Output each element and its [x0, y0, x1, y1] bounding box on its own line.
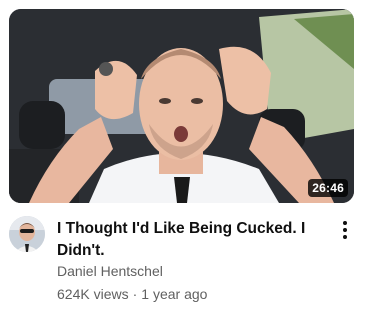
- upload-age: 1 year ago: [141, 286, 208, 302]
- more-actions-button[interactable]: [333, 218, 357, 242]
- video-card: 26:46 I Thought I'd Like Being Cucked. I…: [0, 0, 369, 318]
- duration-badge: 26:46: [308, 179, 348, 197]
- video-details: I Thought I'd Like Being Cucked. I Didn'…: [0, 214, 369, 314]
- stats-separator: ·: [132, 286, 138, 302]
- more-vert-icon: [343, 221, 347, 239]
- channel-name[interactable]: Daniel Hentschel: [57, 263, 163, 279]
- channel-avatar[interactable]: [9, 216, 45, 252]
- video-title[interactable]: I Thought I'd Like Being Cucked. I Didn'…: [57, 218, 319, 262]
- video-stats: 624K views · 1 year ago: [57, 286, 207, 302]
- thumbnail-image: [9, 9, 354, 203]
- view-count: 624K views: [57, 286, 129, 302]
- avatar-image: [9, 216, 45, 252]
- video-thumbnail[interactable]: 26:46: [9, 9, 354, 203]
